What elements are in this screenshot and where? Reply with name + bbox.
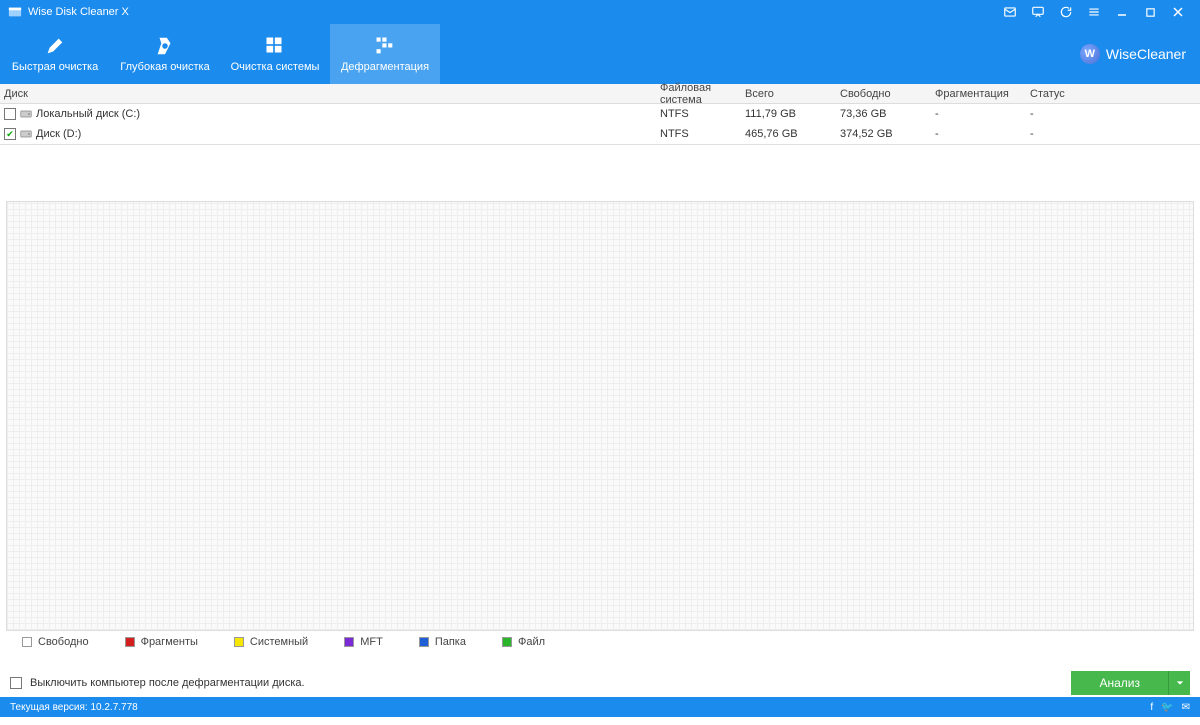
legend-file: Файл bbox=[518, 636, 545, 648]
social-links: f 🐦 ✉ bbox=[1150, 702, 1190, 713]
facebook-icon[interactable]: f bbox=[1150, 702, 1153, 713]
swatch-mft bbox=[344, 637, 354, 647]
col-header-disk[interactable]: Диск bbox=[0, 88, 660, 100]
brush-icon bbox=[44, 35, 66, 57]
disk-name: Локальный диск (C:) bbox=[36, 108, 140, 120]
title-bar: Wise Disk Cleaner X bbox=[0, 0, 1200, 24]
analyze-button[interactable]: Анализ bbox=[1071, 671, 1168, 695]
tab-label: Дефрагментация bbox=[341, 61, 429, 73]
brand-logo-icon: W bbox=[1080, 44, 1100, 64]
cell-frag: - bbox=[935, 128, 1030, 140]
cell-status: - bbox=[1030, 128, 1200, 140]
col-header-status[interactable]: Статус bbox=[1030, 88, 1200, 100]
swatch-system bbox=[234, 637, 244, 647]
brand-label: WiseCleaner bbox=[1106, 46, 1186, 62]
tab-label: Очистка системы bbox=[231, 61, 320, 73]
cell-status: - bbox=[1030, 108, 1200, 120]
cell-fs: NTFS bbox=[660, 128, 745, 140]
minimize-button[interactable] bbox=[1108, 0, 1136, 24]
analyze-dropdown[interactable] bbox=[1168, 671, 1190, 695]
legend: Свободно Фрагменты Системный MFT Папка Ф… bbox=[0, 631, 1200, 653]
disk-name: Диск (D:) bbox=[36, 128, 81, 140]
cell-fs: NTFS bbox=[660, 108, 745, 120]
col-header-total[interactable]: Всего bbox=[745, 88, 840, 100]
shutdown-checkbox[interactable] bbox=[10, 677, 22, 689]
tab-defrag[interactable]: Дефрагментация bbox=[330, 24, 440, 84]
tab-system-clean[interactable]: Очистка системы bbox=[220, 24, 330, 84]
disk-table: Диск Файловая система Всего Свободно Фра… bbox=[0, 84, 1200, 145]
row-checkbox[interactable]: ✔ bbox=[4, 128, 16, 140]
main-toolbar: Быстрая очистка Глубокая очистка Очистка… bbox=[0, 24, 1200, 84]
table-row[interactable]: Локальный диск (C:) NTFS 111,79 GB 73,36… bbox=[0, 104, 1200, 124]
legend-fragments: Фрагменты bbox=[141, 636, 198, 648]
disk-table-header: Диск Файловая система Всего Свободно Фра… bbox=[0, 84, 1200, 104]
menu-icon[interactable] bbox=[1080, 0, 1108, 24]
swatch-free bbox=[22, 637, 32, 647]
analyze-button-group: Анализ bbox=[1071, 671, 1190, 695]
deep-clean-icon bbox=[154, 35, 176, 57]
defrag-icon bbox=[374, 35, 396, 57]
cell-total: 465,76 GB bbox=[745, 128, 840, 140]
status-bar: Текущая версия: 10.2.7.778 f 🐦 ✉ bbox=[0, 697, 1200, 717]
cell-free: 73,36 GB bbox=[840, 108, 935, 120]
defrag-map bbox=[6, 201, 1194, 631]
col-header-free[interactable]: Свободно bbox=[840, 88, 935, 100]
cell-frag: - bbox=[935, 108, 1030, 120]
analyze-button-label: Анализ bbox=[1099, 676, 1140, 690]
refresh-icon[interactable] bbox=[1052, 0, 1080, 24]
table-row[interactable]: ✔ Диск (D:) NTFS 465,76 GB 374,52 GB - - bbox=[0, 124, 1200, 144]
close-button[interactable] bbox=[1164, 0, 1192, 24]
legend-mft: MFT bbox=[360, 636, 383, 648]
swatch-fragments bbox=[125, 637, 135, 647]
windows-icon bbox=[264, 35, 286, 57]
cell-free: 374,52 GB bbox=[840, 128, 935, 140]
twitter-icon[interactable]: 🐦 bbox=[1161, 702, 1173, 713]
legend-free: Свободно bbox=[38, 636, 89, 648]
col-header-frag[interactable]: Фрагментация bbox=[935, 88, 1030, 100]
cell-total: 111,79 GB bbox=[745, 108, 840, 120]
tab-label: Быстрая очистка bbox=[12, 61, 98, 73]
feedback-icon[interactable] bbox=[1024, 0, 1052, 24]
app-icon bbox=[8, 5, 22, 19]
drive-icon bbox=[20, 108, 32, 120]
drive-icon bbox=[20, 128, 32, 140]
legend-system: Системный bbox=[250, 636, 308, 648]
col-header-fs[interactable]: Файловая система bbox=[660, 82, 745, 106]
mail-small-icon[interactable]: ✉ bbox=[1182, 702, 1190, 713]
swatch-folder bbox=[419, 637, 429, 647]
tab-label: Глубокая очистка bbox=[120, 61, 209, 73]
row-checkbox[interactable] bbox=[4, 108, 16, 120]
brand-area[interactable]: W WiseCleaner bbox=[1080, 24, 1200, 84]
maximize-button[interactable] bbox=[1136, 0, 1164, 24]
tab-deep-clean[interactable]: Глубокая очистка bbox=[110, 24, 220, 84]
legend-folder: Папка bbox=[435, 636, 466, 648]
action-bar: Выключить компьютер после дефрагментации… bbox=[0, 669, 1200, 697]
mail-icon[interactable] bbox=[996, 0, 1024, 24]
version-label: Текущая версия: 10.2.7.778 bbox=[10, 702, 138, 713]
swatch-file bbox=[502, 637, 512, 647]
app-title: Wise Disk Cleaner X bbox=[28, 6, 129, 18]
shutdown-label: Выключить компьютер после дефрагментации… bbox=[30, 677, 305, 689]
tab-quick-clean[interactable]: Быстрая очистка bbox=[0, 24, 110, 84]
